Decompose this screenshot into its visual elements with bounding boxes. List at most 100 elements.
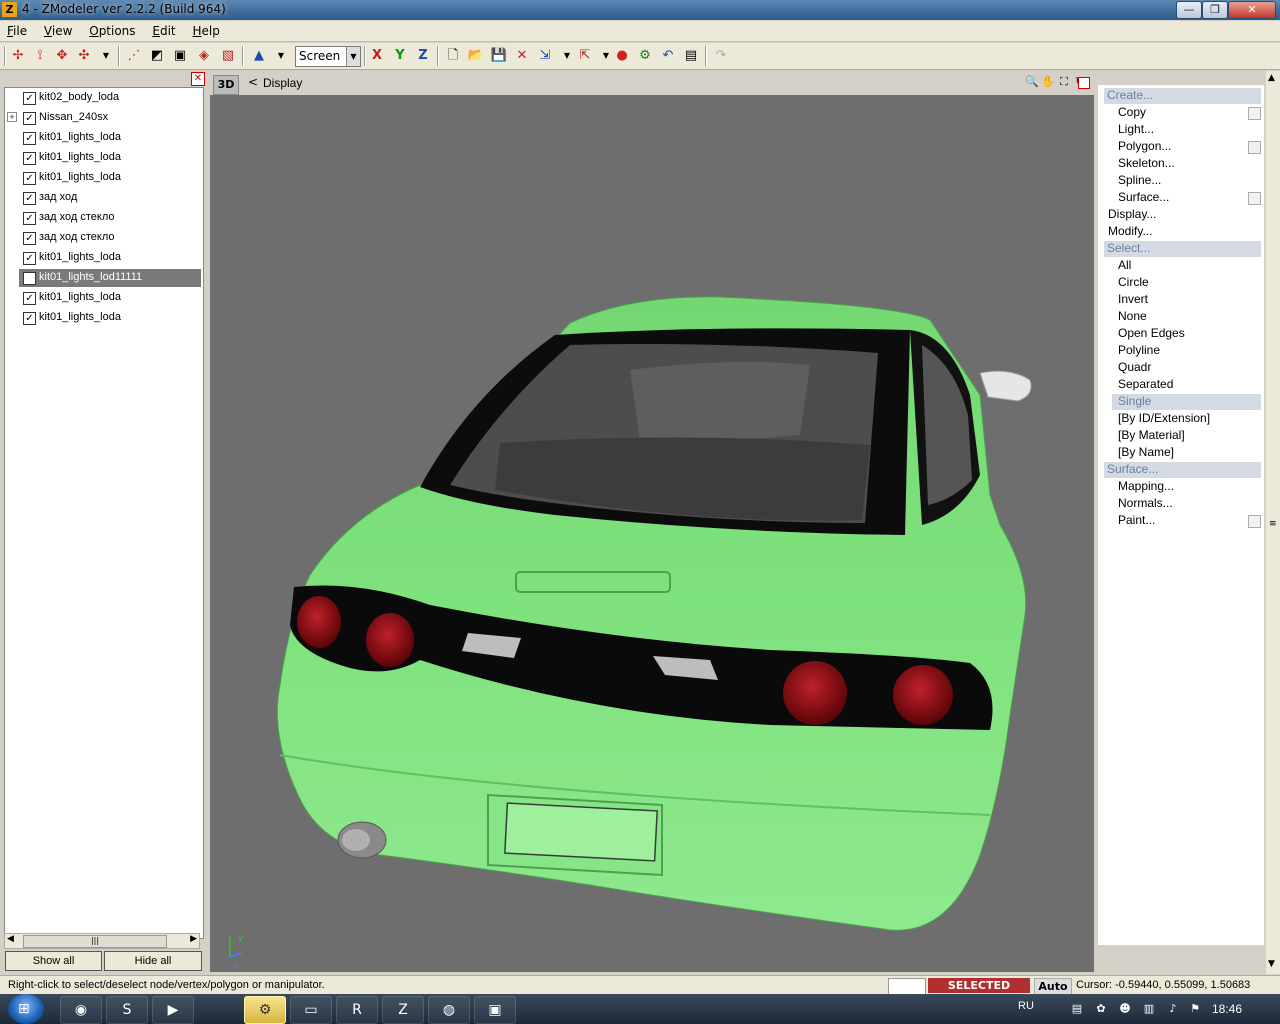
tree-item-selected[interactable]: kit01_lights_lod11111: [19, 269, 201, 287]
tree-item[interactable]: ✓ kit01_lights_loda: [5, 169, 203, 187]
select-tool-icon[interactable]: ✢: [9, 47, 27, 65]
visibility-checkbox[interactable]: ✓: [23, 112, 36, 125]
menu-options[interactable]: Options: [82, 21, 141, 38]
close-icon[interactable]: ✕: [191, 72, 205, 86]
rotate-tool-icon[interactable]: ✣: [75, 47, 93, 65]
clock[interactable]: 18:46: [1212, 1002, 1242, 1016]
tree-item[interactable]: ✓ kit01_lights_loda: [5, 289, 203, 307]
pivot-dropdown-icon[interactable]: ▼: [272, 47, 290, 65]
menu-file[interactable]: File: [0, 21, 33, 38]
visibility-checkbox[interactable]: ✓: [23, 192, 36, 205]
command-surface[interactable]: Surface...: [1104, 462, 1261, 478]
taskbar-rockstar-icon[interactable]: R: [336, 996, 378, 1024]
visibility-checkbox[interactable]: ✓: [23, 252, 36, 265]
surface-mode-icon[interactable]: ◈: [195, 47, 213, 65]
move-tool-icon[interactable]: ✥: [53, 47, 71, 65]
save-icon[interactable]: 💾: [490, 47, 508, 65]
command-display[interactable]: Display...: [1108, 207, 1156, 223]
option-box-copy[interactable]: [1248, 107, 1261, 120]
maximize-viewport-icon[interactable]: [1078, 77, 1090, 89]
menu-help[interactable]: Help: [185, 21, 225, 38]
auto-toggle[interactable]: Auto: [1034, 978, 1072, 995]
scroll-up-icon[interactable]: ▲: [1268, 73, 1275, 83]
language-indicator[interactable]: RU: [1018, 1000, 1034, 1012]
command-copy[interactable]: Copy: [1118, 105, 1146, 121]
option-box-surface[interactable]: [1248, 192, 1261, 205]
command-select[interactable]: Select...: [1104, 241, 1261, 257]
visibility-checkbox[interactable]: [23, 272, 36, 285]
polygon-mode-icon[interactable]: ◩: [148, 47, 166, 65]
zoom-icon[interactable]: 🔍: [1025, 75, 1039, 89]
record-icon[interactable]: ●: [613, 47, 631, 65]
taskbar-zmodeler-icon[interactable]: Z: [382, 996, 424, 1024]
command-normals[interactable]: Normals...: [1118, 496, 1173, 512]
command-select-by-name[interactable]: [By Name]: [1118, 445, 1174, 461]
open-folder-icon[interactable]: 📂: [467, 47, 485, 65]
new-file-icon[interactable]: 🗋: [444, 47, 462, 65]
tray-network-icon[interactable]: ▥: [1142, 1002, 1156, 1016]
visibility-checkbox[interactable]: ✓: [23, 292, 36, 305]
tree-item[interactable]: ✓ kit01_lights_loda: [5, 309, 203, 327]
option-box-paint[interactable]: [1248, 515, 1261, 528]
command-select-by-id[interactable]: [By ID/Extension]: [1118, 411, 1210, 427]
command-select-circle[interactable]: Circle: [1118, 275, 1149, 291]
tree-item[interactable]: ✓ kit02_body_loda: [5, 89, 203, 107]
box-mode-icon[interactable]: ▧: [219, 47, 237, 65]
tree-item[interactable]: ✓ kit01_lights_loda: [5, 249, 203, 267]
hide-all-button[interactable]: Hide all: [104, 951, 202, 971]
visibility-checkbox[interactable]: ✓: [23, 92, 36, 105]
command-create[interactable]: Create...: [1104, 88, 1261, 104]
visibility-checkbox[interactable]: ✓: [23, 172, 36, 185]
close-window-button[interactable]: ✕: [1228, 1, 1276, 19]
tray-android-icon[interactable]: ☻: [1118, 1002, 1132, 1016]
command-skeleton[interactable]: Skeleton...: [1118, 156, 1175, 172]
command-select-all[interactable]: All: [1118, 258, 1131, 274]
axis-z-toggle[interactable]: Z: [414, 47, 432, 65]
tree-item[interactable]: ✓ kit01_lights_loda: [5, 129, 203, 147]
minimize-button[interactable]: —: [1176, 1, 1202, 19]
command-select-quadr[interactable]: Quadr: [1118, 360, 1151, 376]
tool-dropdown-icon[interactable]: ▼: [97, 47, 115, 65]
scroll-down-icon[interactable]: ▼: [1268, 959, 1275, 969]
scrollbar-thumb[interactable]: |||: [23, 935, 167, 948]
taskbar-firefox-icon[interactable]: ◉: [60, 996, 102, 1024]
taskbar-window-icon[interactable]: ▣: [474, 996, 516, 1024]
show-all-button[interactable]: Show all: [5, 951, 102, 971]
command-select-open-edges[interactable]: Open Edges: [1118, 326, 1185, 342]
import-dropdown-icon[interactable]: ▼: [558, 47, 576, 65]
tree-horizontal-scrollbar[interactable]: ◀ ||| ▶: [4, 933, 200, 949]
tree-item[interactable]: ✓ зад ход: [5, 189, 203, 207]
axis-x-toggle[interactable]: X: [368, 47, 386, 65]
command-select-polyline[interactable]: Polyline: [1118, 343, 1160, 359]
tree-item[interactable]: ✓ зад ход стекло: [5, 229, 203, 247]
coordinate-space-select[interactable]: Screen ▼: [295, 46, 361, 67]
expand-icon[interactable]: +: [7, 112, 17, 122]
visibility-checkbox[interactable]: ✓: [23, 152, 36, 165]
menu-view[interactable]: View: [37, 21, 78, 38]
command-mapping[interactable]: Mapping...: [1118, 479, 1174, 495]
command-panel-scrollbar[interactable]: ▲ ≡ ▼: [1266, 71, 1280, 974]
option-box-polygon[interactable]: [1248, 141, 1261, 154]
tray-volume-icon[interactable]: ♪: [1166, 1002, 1180, 1016]
tray-app-icon[interactable]: ✿: [1094, 1002, 1108, 1016]
scroll-left-icon[interactable]: ◀: [7, 934, 14, 944]
taskbar-car-tool-icon[interactable]: ◍: [428, 996, 470, 1024]
command-surface-create[interactable]: Surface...: [1118, 190, 1169, 206]
notes-icon[interactable]: ▤: [682, 47, 700, 65]
import-icon[interactable]: ⇲: [536, 47, 554, 65]
display-label[interactable]: Display: [263, 76, 302, 90]
selected-mode-badge[interactable]: SELECTED MODE: [928, 978, 1030, 1007]
pan-hand-icon[interactable]: ✋: [1041, 75, 1055, 89]
command-select-none[interactable]: None: [1118, 309, 1147, 325]
command-select-separated[interactable]: Separated: [1118, 377, 1173, 393]
visibility-checkbox[interactable]: ✓: [23, 232, 36, 245]
command-select-single[interactable]: Single: [1112, 394, 1261, 410]
export-icon[interactable]: ⇱: [576, 47, 594, 65]
command-spline[interactable]: Spline...: [1118, 173, 1161, 189]
axis-y-toggle[interactable]: Y: [391, 47, 409, 65]
scroll-grip-icon[interactable]: ≡: [1269, 519, 1277, 529]
settings-icon[interactable]: ⚙: [636, 47, 654, 65]
redo-icon[interactable]: ↷: [712, 47, 730, 65]
command-polygon[interactable]: Polygon...: [1118, 139, 1171, 155]
delete-icon[interactable]: ✕: [513, 47, 531, 65]
